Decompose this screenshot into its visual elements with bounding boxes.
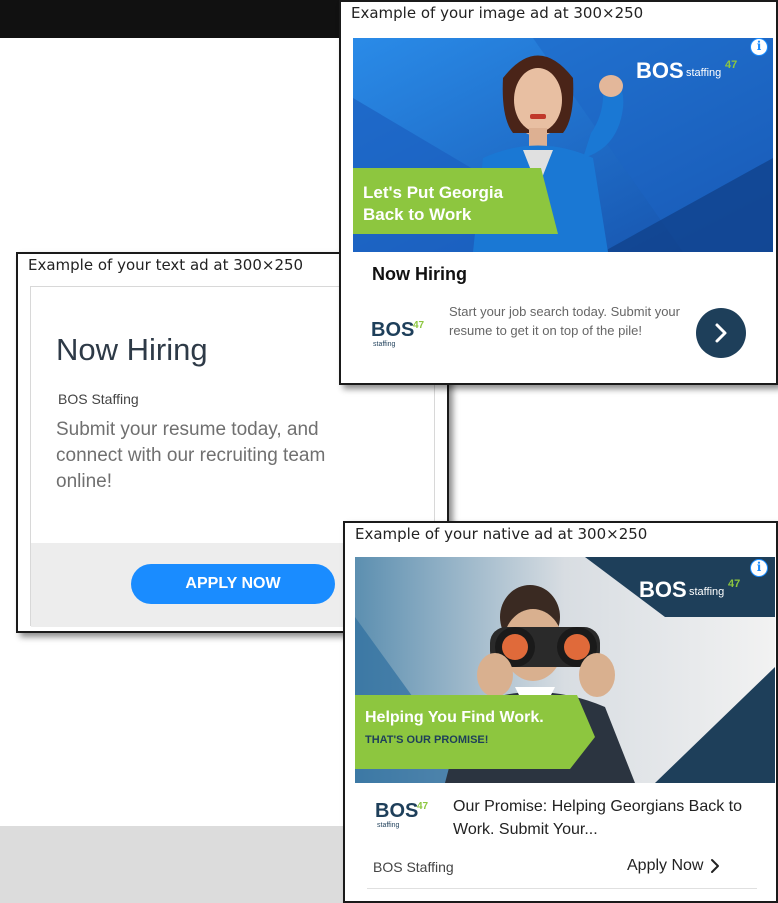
text-ad-description: Submit your resume today, and connect wi… bbox=[56, 419, 326, 492]
svg-text:47: 47 bbox=[417, 801, 429, 812]
image-ad-description: Start your job search today. Submit your… bbox=[449, 304, 680, 338]
native-ad-divider bbox=[367, 888, 757, 889]
native-banner-logo: BOS bbox=[639, 577, 687, 602]
native-apply-now-button[interactable]: Apply Now bbox=[627, 857, 721, 875]
native-ad-info-icon[interactable]: i bbox=[750, 559, 768, 577]
native-ad-banner[interactable]: Helping You Find Work. THAT'S OUR PROMIS… bbox=[355, 557, 775, 783]
image-banner-logo-sub: staffing bbox=[686, 67, 721, 79]
svg-text:47: 47 bbox=[728, 578, 740, 590]
image-ad-banner-graphic: Let's Put Georgia Back to Work BOS staff… bbox=[353, 38, 773, 252]
native-ad-banner-graphic: Helping You Find Work. THAT'S OUR PROMIS… bbox=[355, 557, 775, 783]
next-arrow-button[interactable] bbox=[696, 308, 746, 358]
text-ad-advertiser: BOS Staffing bbox=[58, 391, 139, 407]
text-ad-headline[interactable]: Now Hiring bbox=[56, 332, 208, 368]
apply-now-button[interactable]: APPLY NOW bbox=[131, 564, 335, 604]
native-ad-headline[interactable]: Our Promise: Helping Georgians Back to W… bbox=[453, 795, 753, 841]
chevron-right-icon bbox=[711, 859, 720, 873]
svg-text:staffing: staffing bbox=[373, 341, 396, 348]
native-banner-text-2: THAT'S OUR PROMISE! bbox=[365, 734, 488, 746]
native-banner-logo-sub: staffing bbox=[689, 586, 724, 598]
native-ad-advertiser: BOS Staffing bbox=[373, 859, 454, 875]
native-apply-now-label: Apply Now bbox=[627, 857, 704, 874]
svg-text:BOS: BOS bbox=[375, 800, 418, 822]
svg-text:BOS: BOS bbox=[371, 319, 414, 341]
image-ad-headline[interactable]: Now Hiring bbox=[372, 264, 467, 285]
svg-text:47: 47 bbox=[413, 320, 425, 331]
image-banner-text-1: Let's Put Georgia bbox=[363, 183, 504, 202]
chevron-right-icon bbox=[715, 323, 727, 343]
svg-text:47: 47 bbox=[725, 59, 737, 71]
text-ad-caption: Example of your text ad at 300×250 bbox=[28, 256, 304, 274]
image-banner-text-2: Back to Work bbox=[363, 205, 472, 224]
ad-info-icon[interactable]: i bbox=[750, 38, 768, 56]
bos-staffing-logo: BOS 47 staffing bbox=[371, 319, 425, 348]
native-bos-staffing-logo: BOS 47 staffing bbox=[375, 800, 429, 829]
native-ad-example: Example of your native ad at 300×250 Hel… bbox=[343, 521, 778, 903]
image-ad-banner[interactable]: Let's Put Georgia Back to Work BOS staff… bbox=[353, 38, 773, 252]
native-banner-text-1: Helping You Find Work. bbox=[365, 709, 544, 726]
image-banner-logo: BOS bbox=[636, 58, 684, 83]
image-ad-example: Example of your image ad at 300×250 Let'… bbox=[339, 0, 778, 385]
native-ad-caption: Example of your native ad at 300×250 bbox=[355, 525, 648, 543]
svg-text:staffing: staffing bbox=[377, 822, 400, 829]
image-ad-caption: Example of your image ad at 300×250 bbox=[351, 4, 644, 22]
